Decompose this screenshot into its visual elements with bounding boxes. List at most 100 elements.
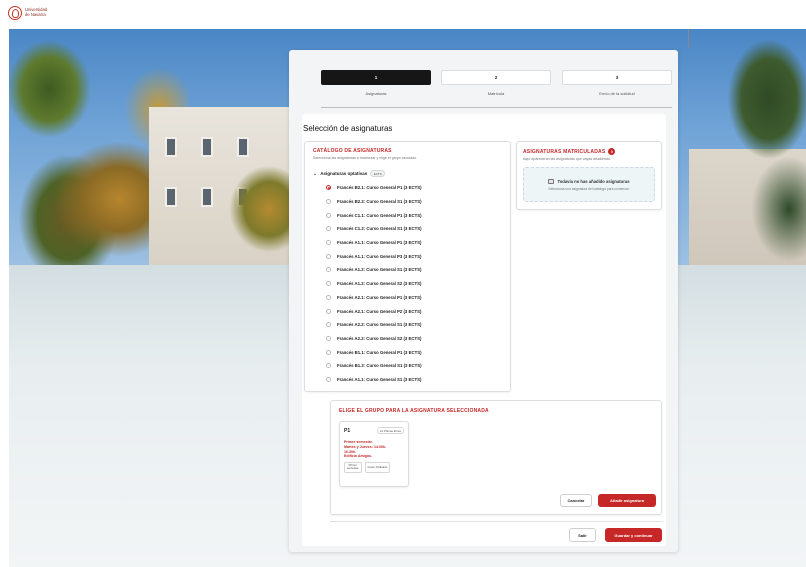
group-title: Asignaturas optativas — [320, 171, 368, 176]
course-option[interactable]: Francés A2.2: Curso General S2 (3 ECTS) — [313, 332, 502, 346]
course-label: Francés A1.1: Curso General P3 (3 ECTS) — [337, 253, 422, 259]
course-option[interactable]: Francés A1.1: Curso General S1 (3 ECTS) — [313, 373, 502, 387]
group-selection: ELIGE EL GRUPO PARA LA ASIGNATURA SELECC… — [330, 400, 662, 515]
course-option[interactable]: Francés B2.1: Curso General P1 (3 ECTS) — [313, 181, 502, 195]
radio-button[interactable] — [326, 281, 331, 287]
wizard-card: 1 Asignaturas 2 Matrícula 3 Envío de la … — [289, 50, 678, 552]
page-title: Selección de asignaturas — [303, 124, 393, 133]
group-card-header: P1 12 Plazas libres — [344, 427, 404, 434]
book-icon — [548, 178, 555, 184]
radio-button[interactable] — [326, 185, 331, 191]
steps-divider — [321, 107, 672, 108]
schedule-line-4: Edificio Amigos. — [344, 454, 373, 459]
group-badge: ECTS — [370, 170, 386, 177]
catalog-subtitle: Selecciona las asignaturas a matricular … — [313, 156, 418, 160]
step-3-label: Envío de la solicitud — [599, 91, 635, 96]
course-option[interactable]: Francés A1.1: Curso General P3 (3 ECTS) — [313, 249, 502, 263]
add-course-button[interactable]: Añadir asignatura — [598, 494, 656, 507]
radio-button[interactable] — [326, 226, 331, 232]
course-label: Francés A1.1: Curso General S1 (3 ECTS) — [337, 376, 422, 382]
course-label: Francés A2.1: Curso General P1 (3 ECTS) — [337, 294, 422, 300]
enrolled-courses: ASIGNATURAS MATRICULADAS 0 Aquí aparecer… — [516, 141, 662, 210]
radio-button[interactable] — [326, 349, 331, 355]
group-card-p1[interactable]: P1 12 Plazas libres Primer semestre. Mar… — [339, 421, 409, 487]
group-code: P1 — [344, 427, 351, 434]
radio-button[interactable] — [326, 199, 331, 205]
radio-button[interactable] — [326, 253, 331, 259]
course-option[interactable]: Francés A1.1: Curso General P1 (3 ECTS) — [313, 236, 502, 250]
step-2-pill[interactable]: 2 — [441, 70, 551, 85]
university-logo[interactable]: Universidad de Navarra — [8, 6, 55, 20]
step-3-pill[interactable]: 3 — [562, 70, 672, 85]
course-option[interactable]: Francés A2.2: Curso General S1 (3 ECTS) — [313, 318, 502, 332]
tree-right — [709, 39, 806, 265]
course-label: Francés A1.2: Curso General S1 (3 ECTS) — [337, 267, 422, 273]
group-selection-title: ELIGE EL GRUPO PARA LA ASIGNATURA SELECC… — [339, 408, 489, 414]
catalog-title: CATÁLOGO DE ASIGNATURAS — [313, 148, 392, 154]
course-option[interactable]: Francés A2.1: Curso General P1 (3 ECTS) — [313, 291, 502, 305]
step-1[interactable]: 1 Asignaturas — [321, 70, 431, 96]
course-option[interactable]: Francés C1.2: Curso General S1 (3 ECTS) — [313, 222, 502, 236]
radio-button[interactable] — [326, 308, 331, 314]
radio-button[interactable] — [326, 322, 331, 328]
radio-button[interactable] — [326, 294, 331, 300]
top-bar: Universidad de Navarra — [0, 0, 806, 28]
course-label: Francés A2.1: Curso General P2 (3 ECTS) — [337, 308, 422, 314]
empty-state-title-row: Todavía no has añadido asignaturas — [548, 178, 630, 184]
lamp-pole — [688, 29, 689, 49]
group-tags: Primer semestre Curso Ordinario — [344, 462, 404, 473]
radio-button[interactable] — [326, 376, 331, 382]
course-option[interactable]: Francés A2.1: Curso General P2 (3 ECTS) — [313, 304, 502, 318]
course-option[interactable]: Francés B1.2: Curso General S1 (3 ECTS) — [313, 359, 502, 373]
optional-courses-group[interactable]: ⌄ Asignaturas optativas ECTS — [313, 170, 502, 177]
seats-badge: 12 Plazas libres — [376, 427, 404, 434]
course-label: Francés C1.1: Curso General P1 (3 ECTS) — [337, 212, 422, 218]
course-label: Francés B1.2: Curso General S1 (3 ECTS) — [337, 363, 422, 369]
logo-line-2: de Navarra — [25, 12, 46, 17]
semester-tag-line-2: semestre — [347, 466, 359, 471]
logo-text: Universidad de Navarra — [25, 8, 55, 17]
course-type-tag: Curso Ordinario — [364, 462, 391, 473]
course-option[interactable]: Francés B1.1: Curso General P1 (3 ECTS) — [313, 345, 502, 359]
course-label: Francés A1.2: Curso General S2 (3 ECTS) — [337, 281, 422, 287]
course-label: Francés B1.1: Curso General P1 (3 ECTS) — [337, 349, 422, 355]
course-label: Francés A2.2: Curso General S2 (3 ECTS) — [337, 335, 422, 341]
group-schedule: Primer semestre. Martes y Jueves: 14.00h… — [344, 440, 404, 459]
step-1-pill[interactable]: 1 — [321, 70, 431, 85]
course-option[interactable]: Francés A1.2: Curso General S2 (3 ECTS) — [313, 277, 502, 291]
chevron-down-icon[interactable]: ⌄ — [313, 171, 317, 177]
radio-button[interactable] — [326, 267, 331, 273]
step-2[interactable]: 2 Matrícula — [441, 70, 551, 96]
enrolled-title-row: ASIGNATURAS MATRICULADAS 0 — [523, 148, 655, 155]
footer-divider — [330, 521, 663, 522]
course-label: Francés B2.1: Curso General P1 (3 ECTS) — [337, 185, 422, 191]
step-3[interactable]: 3 Envío de la solicitud — [562, 70, 672, 96]
course-label: Francés C1.2: Curso General S1 (3 ECTS) — [337, 226, 422, 232]
empty-state-title: Todavía no has añadido asignaturas — [557, 178, 630, 184]
empty-state-subtitle: Selecciona una asignatura del catálogo p… — [548, 186, 630, 191]
course-label: Francés A2.2: Curso General S1 (3 ECTS) — [337, 322, 422, 328]
radio-button[interactable] — [326, 240, 331, 246]
course-catalog: CATÁLOGO DE ASIGNATURAS Selecciona las a… — [304, 141, 511, 392]
course-label: Francés A1.1: Curso General P1 (3 ECTS) — [337, 240, 422, 246]
enrolled-title: ASIGNATURAS MATRICULADAS — [523, 148, 606, 155]
exit-button[interactable]: Salir — [569, 528, 596, 542]
wizard-steps: 1 Asignaturas 2 Matrícula 3 Envío de la … — [321, 70, 672, 100]
course-option[interactable]: Francés B2.2: Curso General S1 (3 ECTS) — [313, 195, 502, 209]
step-1-label: Asignaturas — [365, 91, 387, 96]
step-2-label: Matrícula — [487, 91, 505, 96]
course-label: Francés B2.2: Curso General S1 (3 ECTS) — [337, 199, 422, 205]
enrolled-subtitle: Aquí aparecerán las asignaturas que vaya… — [523, 157, 611, 161]
course-option[interactable]: Francés A1.2: Curso General S1 (3 ECTS) — [313, 263, 502, 277]
radio-button[interactable] — [326, 212, 331, 218]
cancel-button[interactable]: Cancelar — [560, 494, 592, 507]
course-list: Francés B2.1: Curso General P1 (3 ECTS) F… — [313, 181, 502, 386]
empty-state: Todavía no has añadido asignaturas Selec… — [523, 167, 655, 202]
semester-tag: Primer semestre — [344, 462, 362, 473]
save-continue-button[interactable]: Guardar y continuar — [605, 528, 662, 542]
course-option[interactable]: Francés C1.1: Curso General P1 (3 ECTS) — [313, 208, 502, 222]
radio-button[interactable] — [326, 363, 331, 369]
university-seal-icon — [8, 6, 22, 20]
enrolled-count-badge: 0 — [608, 148, 616, 155]
radio-button[interactable] — [326, 335, 331, 341]
